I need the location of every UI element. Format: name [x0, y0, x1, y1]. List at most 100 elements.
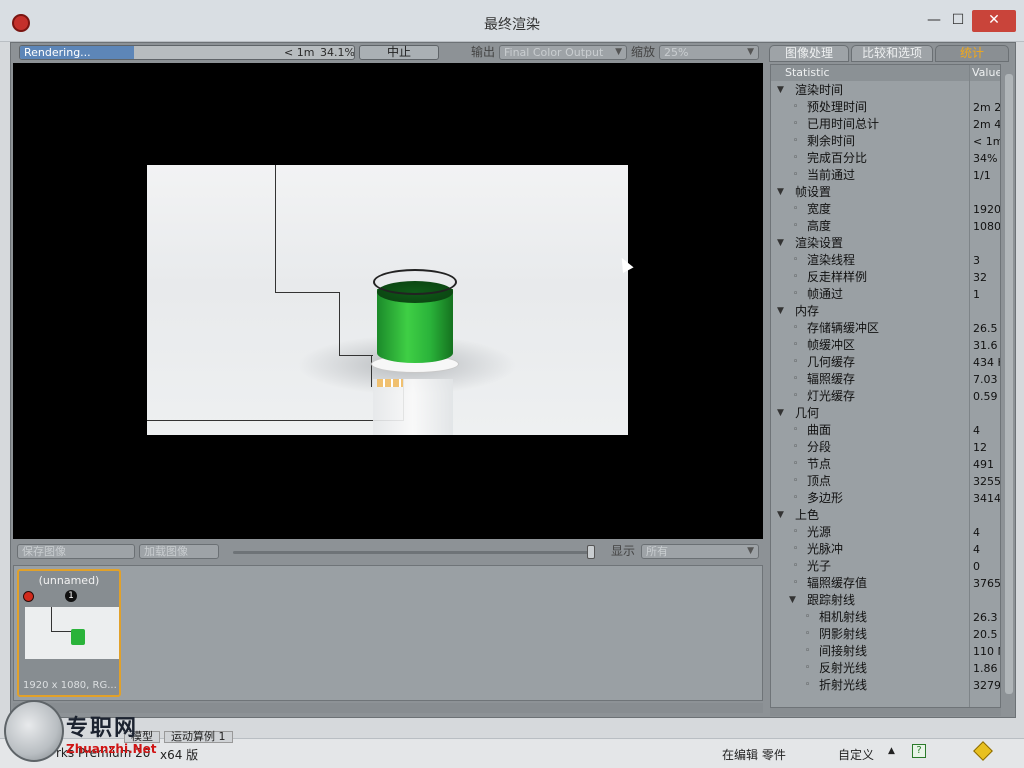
stats-row[interactable]: ◦ 间接射线 110 M — [771, 643, 1000, 660]
outline-edge — [339, 355, 373, 356]
expand-triangle-icon[interactable]: ▼ — [777, 303, 784, 320]
stats-row[interactable]: ◦ 光源 4 — [771, 524, 1000, 541]
stop-render-button[interactable]: 中止 — [359, 45, 439, 60]
stats-row-value: 1/1 — [973, 169, 991, 182]
tree-bullet-icon: ◦ — [793, 493, 799, 503]
stats-row[interactable]: ◦ 灯光缓存 0.59 K — [771, 388, 1000, 405]
render-time-left: < 1m — [284, 46, 315, 59]
display-label: 显示 — [611, 544, 636, 558]
tree-bullet-icon: ◦ — [793, 323, 799, 333]
stats-group-row[interactable]: ▼ 渲染设置 — [771, 235, 1000, 252]
stats-group-row[interactable]: ▼ 跟踪射线 — [771, 592, 1000, 609]
stats-row-label: 预处理时间 — [807, 100, 868, 114]
stats-row[interactable]: ◦ 多边形 3414 — [771, 490, 1000, 507]
stats-scrollbar-thumb[interactable] — [1005, 74, 1013, 694]
stats-row[interactable]: ◦ 几何缓存 434 KB — [771, 354, 1000, 371]
tab-compare-options[interactable]: 比较和选项 — [851, 45, 933, 62]
record-dot-icon[interactable] — [23, 591, 34, 602]
stats-row[interactable]: ◦ 分段 12 — [771, 439, 1000, 456]
tree-bullet-icon: ◦ — [793, 119, 799, 129]
stats-row[interactable]: ◦ 顶点 3255 — [771, 473, 1000, 490]
viewer-controls: 保存图像 加载图像 显示 所有 ▼ — [13, 543, 765, 563]
tree-bullet-icon: ◦ — [793, 578, 799, 588]
stats-group-row[interactable]: ▼ 内存 — [771, 303, 1000, 320]
stats-group-row[interactable]: ▼ 帧设置 — [771, 184, 1000, 201]
stats-row[interactable]: ◦ 剩余时间 < 1m — [771, 133, 1000, 150]
tree-bullet-icon: ◦ — [793, 442, 799, 452]
stats-row[interactable]: ◦ 宽度 1920 — [771, 201, 1000, 218]
maximize-button[interactable]: ☐ — [944, 10, 972, 32]
expand-triangle-icon[interactable]: ▼ — [789, 592, 796, 609]
tab-image-processing[interactable]: 图像处理 — [769, 45, 849, 62]
stats-row[interactable]: ◦ 帧缓冲区 31.6 M — [771, 337, 1000, 354]
stats-row[interactable]: ◦ 渲染线程 3 — [771, 252, 1000, 269]
stats-row[interactable]: ◦ 反射光线 1.86 M — [771, 660, 1000, 677]
value-column-header[interactable]: Value — [972, 65, 1000, 81]
outline-edge — [51, 607, 52, 631]
history-thumbnail[interactable]: (unnamed) 1 1920 x 1080, RG... — [17, 569, 121, 697]
help-icon[interactable]: ? — [912, 744, 926, 758]
tree-bullet-icon: ◦ — [793, 153, 799, 163]
tree-bullet-icon: ◦ — [805, 612, 811, 622]
tab-statistics[interactable]: 统计 — [935, 45, 1009, 62]
tree-bullet-icon: ◦ — [793, 170, 799, 180]
tree-bullet-icon: ◦ — [793, 357, 799, 367]
statistic-column-header[interactable]: Statistic — [785, 65, 830, 81]
chevron-up-icon[interactable]: ▲ — [888, 746, 895, 756]
history-slider[interactable] — [233, 551, 593, 554]
stats-row[interactable]: ◦ 帧通过 1 — [771, 286, 1000, 303]
save-image-button[interactable]: 保存图像 — [17, 544, 135, 559]
expand-triangle-icon[interactable]: ▼ — [777, 82, 784, 99]
stats-group-row[interactable]: ▼ 几何 — [771, 405, 1000, 422]
stats-row[interactable]: ◦ 光子 0 — [771, 558, 1000, 575]
stats-row-label: 上色 — [795, 508, 820, 522]
tree-bullet-icon: ◦ — [793, 102, 799, 112]
render-viewport[interactable] — [13, 63, 763, 539]
stats-row-value: 4 — [973, 526, 980, 539]
stats-row-label: 高度 — [807, 219, 832, 233]
stats-row[interactable]: ◦ 光脉冲 4 — [771, 541, 1000, 558]
stats-scrollbar[interactable] — [1003, 64, 1015, 708]
close-button[interactable]: ✕ — [972, 10, 1016, 32]
stats-row-value: 1080 — [973, 220, 1001, 233]
stats-row[interactable]: ◦ 完成百分比 34% — [771, 150, 1000, 167]
stats-row-value: 4 — [973, 424, 980, 437]
stats-row[interactable]: ◦ 当前通过 1/1 — [771, 167, 1000, 184]
stats-row[interactable]: ◦ 相机射线 26.3 M — [771, 609, 1000, 626]
stats-group-row[interactable]: ▼ 渲染时间 — [771, 82, 1000, 99]
stats-row-value: 491 — [973, 458, 994, 471]
zoom-dropdown[interactable]: 25% ▼ — [659, 45, 759, 60]
stats-row[interactable]: ◦ 折射光线 32796 — [771, 677, 1001, 694]
expand-triangle-icon[interactable]: ▼ — [777, 184, 784, 201]
tab-motion-study[interactable]: 运动算例 1 — [164, 731, 233, 743]
stats-row[interactable]: ◦ 已用时间总计 2m 43 — [771, 116, 1000, 133]
display-dropdown[interactable]: 所有 ▼ — [641, 544, 759, 559]
expand-triangle-icon[interactable]: ▼ — [777, 405, 784, 422]
stats-row-value: 7.03 M — [973, 373, 1000, 386]
stats-row[interactable]: ◦ 阴影射线 20.5 M — [771, 626, 1000, 643]
stats-row-label: 完成百分比 — [807, 151, 868, 165]
stats-row[interactable]: ◦ 辐照缓存 7.03 M — [771, 371, 1000, 388]
stats-row[interactable]: ◦ 存储辆缓冲区 26.5 M — [771, 320, 1000, 337]
stats-row-label: 光源 — [807, 525, 832, 539]
stats-row-label: 曲面 — [807, 423, 832, 437]
stats-row-label: 顶点 — [807, 474, 832, 488]
expand-triangle-icon[interactable]: ▼ — [777, 235, 784, 252]
stats-group-row[interactable]: ▼ 上色 — [771, 507, 1000, 524]
stats-row[interactable]: ◦ 辐照缓存值 37650 — [771, 575, 1000, 592]
stats-row[interactable]: ◦ 反走样样例 32 — [771, 269, 1000, 286]
stats-row-value: 32796 — [973, 679, 1001, 692]
load-image-button[interactable]: 加载图像 — [139, 544, 219, 559]
output-label: 输出 — [471, 45, 496, 59]
output-dropdown[interactable]: Final Color Output ▼ — [499, 45, 627, 60]
stats-row-label: 灯光缓存 — [807, 389, 856, 403]
stats-horizontal-scrollbar[interactable] — [770, 708, 1001, 716]
stats-row[interactable]: ◦ 曲面 4 — [771, 422, 1000, 439]
history-slider-knob[interactable] — [587, 545, 595, 559]
expand-triangle-icon[interactable]: ▼ — [777, 507, 784, 524]
custom-units[interactable]: 自定义 — [838, 746, 874, 763]
stats-row[interactable]: ◦ 节点 491 — [771, 456, 1000, 473]
stats-row[interactable]: ◦ 预处理时间 2m 21 — [771, 99, 1000, 116]
tree-bullet-icon: ◦ — [793, 221, 799, 231]
stats-row[interactable]: ◦ 高度 1080 — [771, 218, 1001, 235]
